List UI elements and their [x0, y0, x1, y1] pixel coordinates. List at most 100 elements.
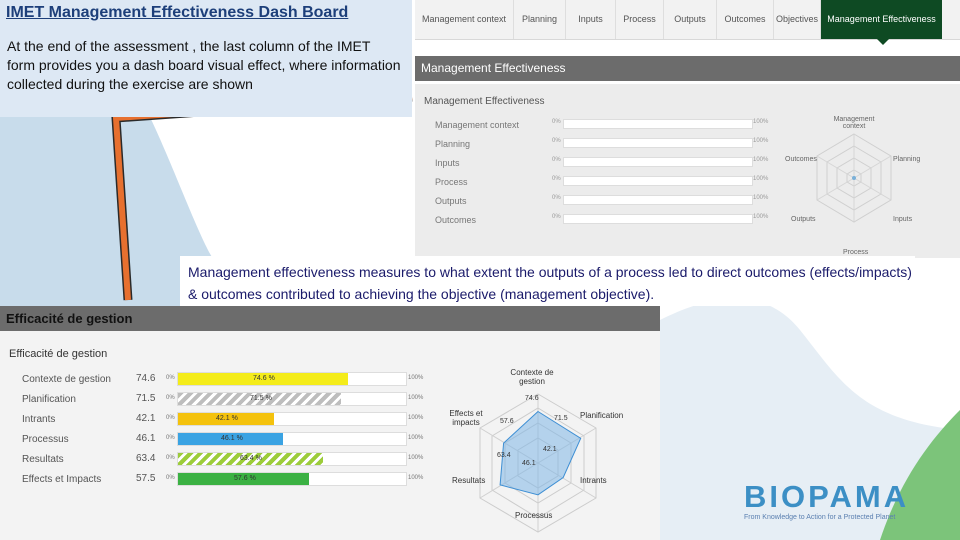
fr-row-value: 71.5 [136, 393, 156, 404]
fr-hundred-label: 100% [408, 395, 424, 401]
en-bar-track [563, 157, 753, 167]
tab-inputs[interactable]: Inputs [566, 0, 616, 39]
en-bar-track [563, 176, 753, 186]
tab-planning[interactable]: Planning [514, 0, 566, 39]
tab-management-effectiveness[interactable]: Management Effectiveness [821, 0, 942, 45]
fr-radar-value-top: 74.6 [525, 395, 539, 402]
en-radar-chart [816, 133, 892, 223]
fr-zero-label: 0% [166, 475, 175, 481]
fr-radar-value-right-top: 71.5 [554, 415, 568, 422]
fr-row-value: 57.5 [136, 473, 156, 484]
fr-hundred-label: 100% [408, 375, 424, 381]
title-box: IMET Management Effectiveness Dash Board… [0, 0, 412, 117]
tab-outputs[interactable]: Outputs [664, 0, 717, 39]
en-radar-label-right-top: Planning [893, 156, 921, 163]
en-radar-label-top: Management context [833, 116, 875, 130]
en-radar-label-left-bottom: Outputs [791, 216, 816, 223]
en-row-label: Process [435, 177, 468, 187]
fr-hundred-label: 100% [408, 455, 424, 461]
en-subheader: Management Effectiveness [424, 96, 545, 107]
slide-description: At the end of the assessment , the last … [7, 38, 401, 92]
fr-hundred-label: 100% [408, 415, 424, 421]
en-hundred-label: 100% [753, 176, 769, 182]
fr-row-label: Effects et Impacts [22, 474, 102, 485]
en-zero-label: 0% [552, 119, 561, 125]
en-zero-label: 0% [552, 157, 561, 163]
en-section-header: Management Effectiveness [415, 56, 960, 81]
imet-panel-english: Management context Planning Inputs Proce… [415, 0, 960, 258]
fr-zero-label: 0% [166, 395, 175, 401]
en-section-body: Management Effectiveness Management cont… [415, 84, 960, 258]
en-radar-label-right-bottom: Inputs [893, 216, 913, 223]
fr-row-value: 42.1 [136, 413, 156, 424]
fr-row-value: 63.4 [136, 453, 156, 464]
fr-bar-track: 57.6 % [177, 472, 407, 486]
en-row-label: Outcomes [435, 215, 477, 225]
fr-row-value: 46.1 [136, 433, 156, 444]
fr-radar-label-top: Contexte de gestion [510, 368, 554, 386]
en-zero-label: 0% [552, 214, 561, 220]
fr-bar-percent: 63.4 % [240, 455, 262, 462]
imet-panel-french: Efficacité de gestion Efficacité de gest… [0, 306, 660, 540]
tab-process[interactable]: Process [616, 0, 664, 39]
en-zero-label: 0% [552, 138, 561, 144]
fr-zero-label: 0% [166, 435, 175, 441]
fr-bar-track: 71.5 % [177, 392, 407, 406]
biopama-logo: BIOPAMA From Knowledge to Action for a P… [744, 479, 910, 521]
definition-box: Management effectiveness measures to wha… [180, 256, 915, 306]
fr-bar-percent: 74.6 % [253, 375, 275, 382]
fr-bar-percent: 42.1 % [216, 415, 238, 422]
en-row-label: Outputs [435, 196, 467, 206]
fr-zero-label: 0% [166, 375, 175, 381]
en-zero-label: 0% [552, 176, 561, 182]
en-hundred-label: 100% [753, 157, 769, 163]
en-bar-track [563, 214, 753, 224]
en-row-label: Management context [435, 120, 520, 130]
en-zero-label: 0% [552, 195, 561, 201]
en-radar-label-bottom: Process [843, 249, 869, 256]
fr-row-label: Planification [22, 394, 76, 405]
definition-text: Management effectiveness measures to wha… [188, 264, 912, 302]
en-section-header-text: Management Effectiveness [421, 61, 566, 75]
fr-row-label: Intrants [22, 414, 56, 425]
fr-radar-label-right-bottom: Intrants [580, 476, 607, 485]
fr-zero-label: 0% [166, 415, 175, 421]
fr-radar-value-bottom: 46.1 [522, 460, 536, 467]
fr-bar-track: 63.4 % [177, 452, 407, 466]
fr-radar-label-left-bottom: Resultats [452, 476, 486, 485]
en-hundred-label: 100% [753, 214, 769, 220]
tab-management-context[interactable]: Management context [415, 0, 514, 39]
fr-row-label: Processus [22, 434, 69, 445]
fr-hundred-label: 100% [408, 435, 424, 441]
en-radar-label-left-top: Outcomes [785, 156, 817, 163]
fr-row-value: 74.6 [136, 373, 156, 384]
en-bar-track [563, 119, 753, 129]
fr-subheader: Efficacité de gestion [9, 348, 108, 360]
fr-radar-label-right-top: Planification [580, 411, 624, 420]
fr-zero-label: 0% [166, 455, 175, 461]
en-hundred-label: 100% [753, 195, 769, 201]
logo-text: BIOPAMA [744, 479, 910, 514]
en-row-label: Planning [435, 139, 471, 149]
fr-radar-value-left-top: 57.6 [500, 418, 514, 425]
tab-outcomes[interactable]: Outcomes [717, 0, 774, 39]
en-bar-track [563, 138, 753, 148]
tab-bar: Management context Planning Inputs Proce… [415, 0, 960, 45]
fr-hundred-label: 100% [408, 475, 424, 481]
fr-radar-value-left-bottom: 63.4 [497, 452, 511, 459]
tab-objectives[interactable]: Objectives [774, 0, 821, 39]
en-hundred-label: 100% [753, 138, 769, 144]
fr-bar-percent: 46.1 % [221, 435, 243, 442]
logo-tagline: From Knowledge to Action for a Protected… [744, 514, 896, 521]
fr-row-label: Contexte de gestion [22, 374, 111, 385]
slide-title: IMET Management Effectiveness Dash Board [6, 4, 349, 21]
fr-radar-label-left-top: Effects et impacts [449, 409, 483, 427]
en-bar-track [563, 195, 753, 205]
fr-section-header-text: Efficacité de gestion [6, 311, 133, 326]
fr-bar-track: 46.1 % [177, 432, 407, 446]
fr-row-label: Resultats [22, 454, 64, 465]
fr-bar-track: 74.6 % [177, 372, 407, 386]
fr-bar-track: 42.1 % [177, 412, 407, 426]
en-row-label: Inputs [435, 158, 460, 168]
fr-bar-percent: 57.6 % [234, 475, 256, 482]
